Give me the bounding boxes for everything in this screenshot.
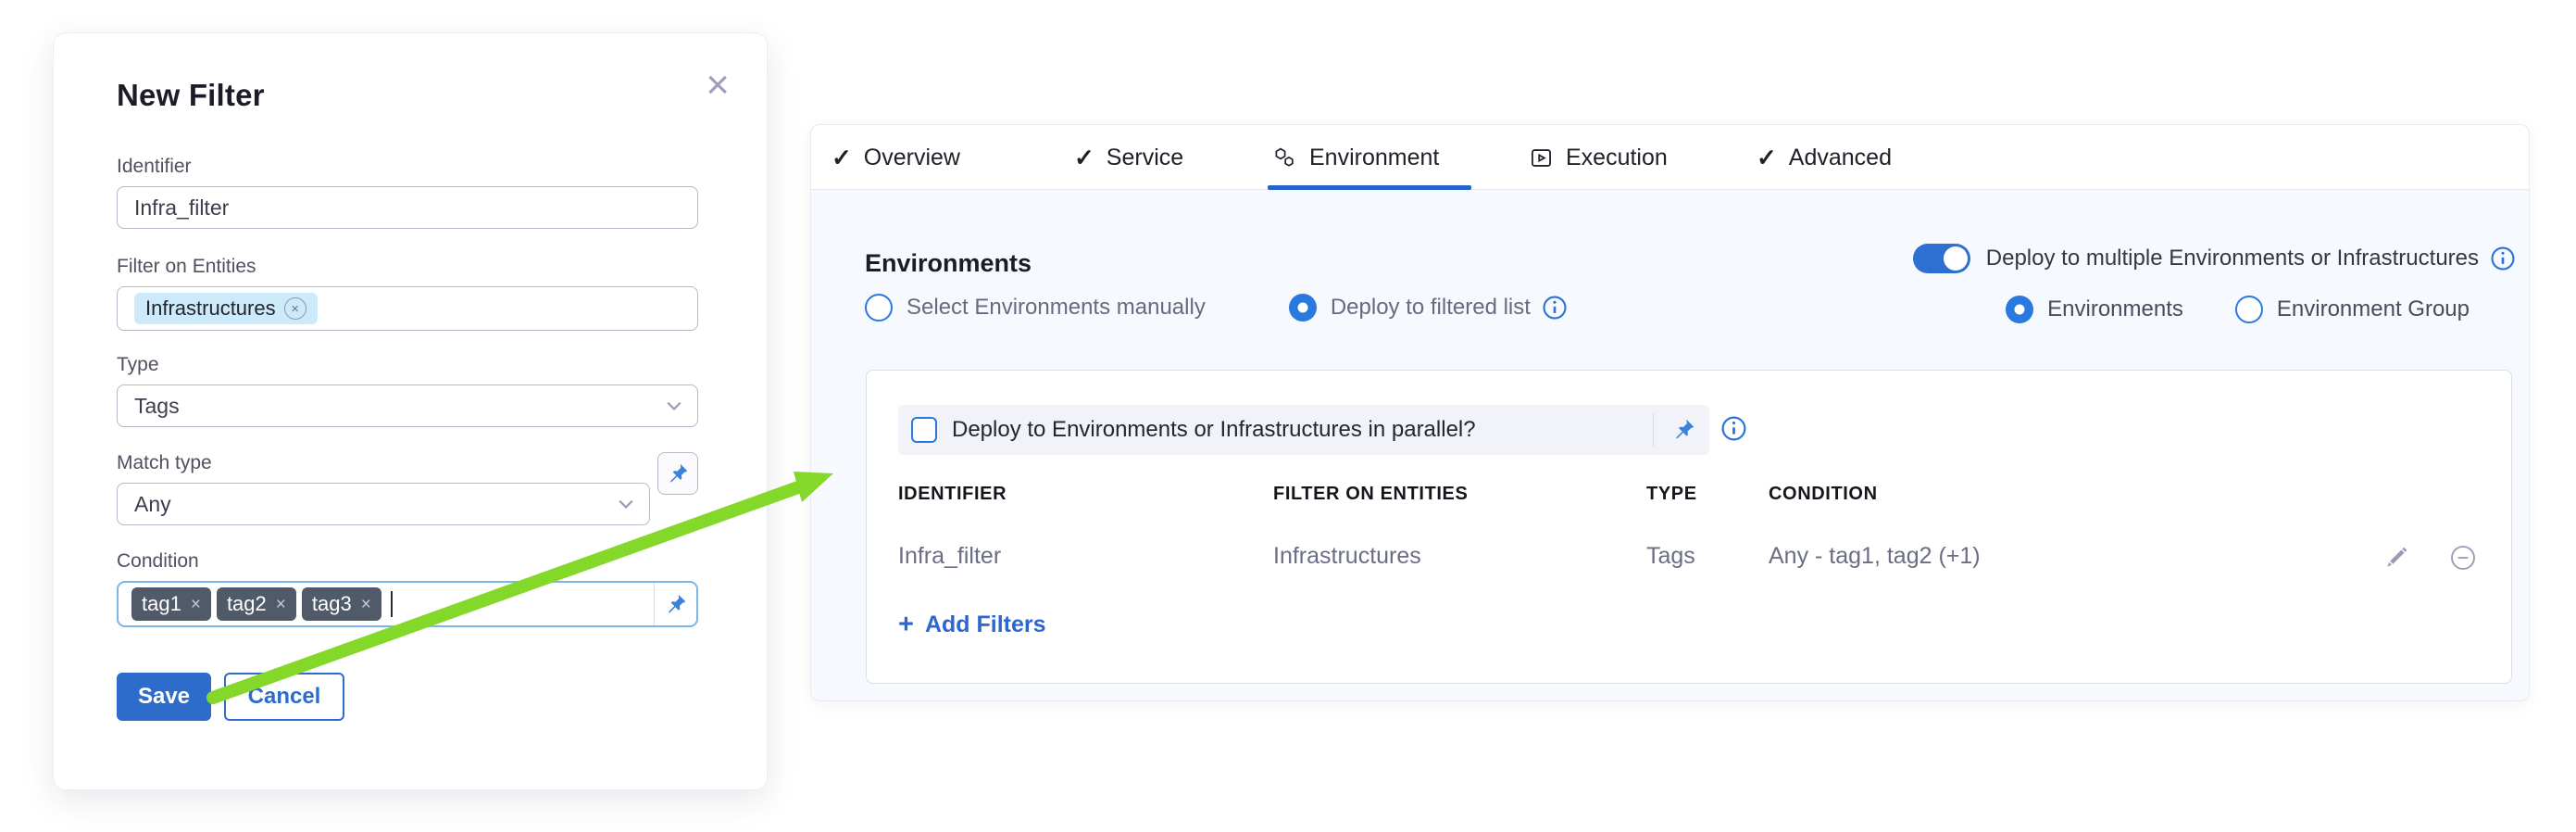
type-select[interactable]: Tags xyxy=(117,384,698,427)
tag-chip-label: tag2 xyxy=(227,592,267,616)
environment-tab-content: Environments Select Environments manuall… xyxy=(811,190,2529,702)
identifier-label: Identifier xyxy=(117,156,698,178)
stage-config-panel: ✓ Overview ✓ Service Environment xyxy=(810,124,2530,701)
parallel-checkbox-label: Deploy to Environments or Infrastructure… xyxy=(952,417,1476,443)
tab-label: Overview xyxy=(864,145,960,171)
tab-advanced[interactable]: ✓ Advanced xyxy=(1757,125,1892,190)
entity-chip-label: Infrastructures xyxy=(145,296,276,321)
radio-deploy-filtered-label: Deploy to filtered list xyxy=(1331,295,1531,321)
radio-environment-group[interactable] xyxy=(2235,296,2263,323)
radio-environment-group-label: Environment Group xyxy=(2277,296,2470,322)
match-type-value: Any xyxy=(134,492,171,517)
col-header-condition: CONDITION xyxy=(1769,484,1878,505)
info-icon[interactable] xyxy=(1542,295,1568,321)
remove-filter-icon[interactable] xyxy=(2448,543,2478,573)
tag-remove-icon[interactable]: × xyxy=(276,596,286,613)
entity-chip[interactable]: Infrastructures × xyxy=(134,293,318,324)
identifier-value: Infra_filter xyxy=(134,195,229,221)
entity-chip-remove-icon[interactable]: × xyxy=(284,297,306,320)
multi-env-block: Deploy to multiple Environments or Infra… xyxy=(1913,244,2516,323)
identifier-input[interactable]: Infra_filter xyxy=(117,186,698,229)
check-icon: ✓ xyxy=(1757,144,1777,172)
edit-filter-icon[interactable] xyxy=(2383,545,2409,571)
tab-label: Advanced xyxy=(1789,145,1892,171)
condition-input[interactable]: tag1 × tag2 × tag3 × xyxy=(117,581,698,627)
radio-select-manually-label: Select Environments manually xyxy=(907,295,1206,321)
match-type-pin-button[interactable] xyxy=(657,452,698,495)
tag-remove-icon[interactable]: × xyxy=(191,596,201,613)
add-filters-label: Add Filters xyxy=(925,611,1046,638)
filter-on-entities-label: Filter on Entities xyxy=(117,256,698,278)
chevron-down-icon xyxy=(616,494,636,514)
modal-title: New Filter xyxy=(117,78,265,113)
match-type-group: Match type Any xyxy=(117,452,650,525)
col-header-type: TYPE xyxy=(1646,484,1697,505)
tab-execution[interactable]: Execution xyxy=(1529,125,1668,190)
condition-group: Condition tag1 × tag2 × tag3 × xyxy=(117,550,698,627)
row-type: Tags xyxy=(1646,543,1695,570)
radio-environments-label: Environments xyxy=(2047,296,2183,322)
radio-environments[interactable] xyxy=(2006,296,2033,323)
info-icon[interactable] xyxy=(2490,246,2516,271)
type-value: Tags xyxy=(134,394,180,419)
type-group: Type Tags xyxy=(117,354,698,427)
new-filter-modal: New Filter × Identifier Infra_filter Fil… xyxy=(53,32,768,790)
row-condition: Any - tag1, tag2 (+1) xyxy=(1769,543,1981,570)
radio-deploy-filtered[interactable] xyxy=(1289,294,1317,321)
tag-chip-label: tag3 xyxy=(312,592,352,616)
col-header-entities: FILTER ON ENTITIES xyxy=(1273,484,1468,505)
env-kind-radio-row: Environments Environment Group xyxy=(2006,296,2470,323)
filter-on-entities-input[interactable]: Infrastructures × xyxy=(117,286,698,331)
parallel-checkbox-bar: Deploy to Environments or Infrastructure… xyxy=(898,405,1709,455)
info-icon[interactable] xyxy=(1720,415,1747,442)
radio-select-manually[interactable] xyxy=(865,294,893,321)
condition-pin-button[interactable] xyxy=(654,583,696,625)
row-identifier: Infra_filter xyxy=(898,543,1001,570)
multi-env-toggle[interactable] xyxy=(1913,244,1970,273)
filter-on-entities-group: Filter on Entities Infrastructures × xyxy=(117,256,698,331)
tab-overview[interactable]: ✓ Overview xyxy=(832,125,960,190)
identifier-group: Identifier Infra_filter xyxy=(117,156,698,229)
col-header-identifier: IDENTIFIER xyxy=(898,484,1007,505)
tab-service[interactable]: ✓ Service xyxy=(1074,125,1183,190)
parallel-checkbox[interactable] xyxy=(911,417,937,443)
stage-tabbar: ✓ Overview ✓ Service Environment xyxy=(811,125,2529,190)
multi-env-toggle-label: Deploy to multiple Environments or Infra… xyxy=(1986,246,2479,271)
parallel-pin-button[interactable] xyxy=(1671,417,1696,442)
type-label: Type xyxy=(117,354,698,376)
tag-chip-label: tag1 xyxy=(142,592,181,616)
pin-icon xyxy=(664,592,688,616)
check-icon: ✓ xyxy=(832,144,852,172)
tag-remove-icon[interactable]: × xyxy=(361,596,371,613)
condition-label: Condition xyxy=(117,550,698,573)
check-icon: ✓ xyxy=(1074,144,1094,172)
match-type-select[interactable]: Any xyxy=(117,483,650,525)
chevron-down-icon xyxy=(664,396,684,416)
row-entities: Infrastructures xyxy=(1273,543,1421,570)
cancel-button[interactable]: Cancel xyxy=(224,673,344,721)
condition-tag-chip[interactable]: tag1 × xyxy=(131,587,211,621)
environment-icon xyxy=(1272,145,1297,170)
plus-icon: + xyxy=(898,610,914,640)
condition-tag-chip[interactable]: tag3 × xyxy=(302,587,381,621)
condition-tag-chip[interactable]: tag2 × xyxy=(217,587,296,621)
divider xyxy=(1653,413,1654,447)
save-button[interactable]: Save xyxy=(117,673,211,721)
tab-environment[interactable]: Environment xyxy=(1272,125,1439,190)
tab-label: Execution xyxy=(1566,145,1668,171)
tab-label: Environment xyxy=(1309,145,1439,171)
text-cursor xyxy=(391,591,393,617)
environments-heading: Environments xyxy=(865,249,1032,278)
close-icon[interactable]: × xyxy=(706,65,730,106)
add-filters-button[interactable]: + Add Filters xyxy=(898,610,1046,640)
app-page: New Filter × Identifier Infra_filter Fil… xyxy=(0,0,2576,832)
tab-label: Service xyxy=(1107,145,1183,171)
multi-env-toggle-row: Deploy to multiple Environments or Infra… xyxy=(1913,244,2516,273)
execution-icon xyxy=(1529,145,1554,170)
match-type-label: Match type xyxy=(117,452,650,474)
filters-card: Deploy to Environments or Infrastructure… xyxy=(866,370,2512,684)
deploy-mode-radio-row: Select Environments manually Deploy to f… xyxy=(865,294,1568,321)
pin-icon xyxy=(666,461,690,485)
